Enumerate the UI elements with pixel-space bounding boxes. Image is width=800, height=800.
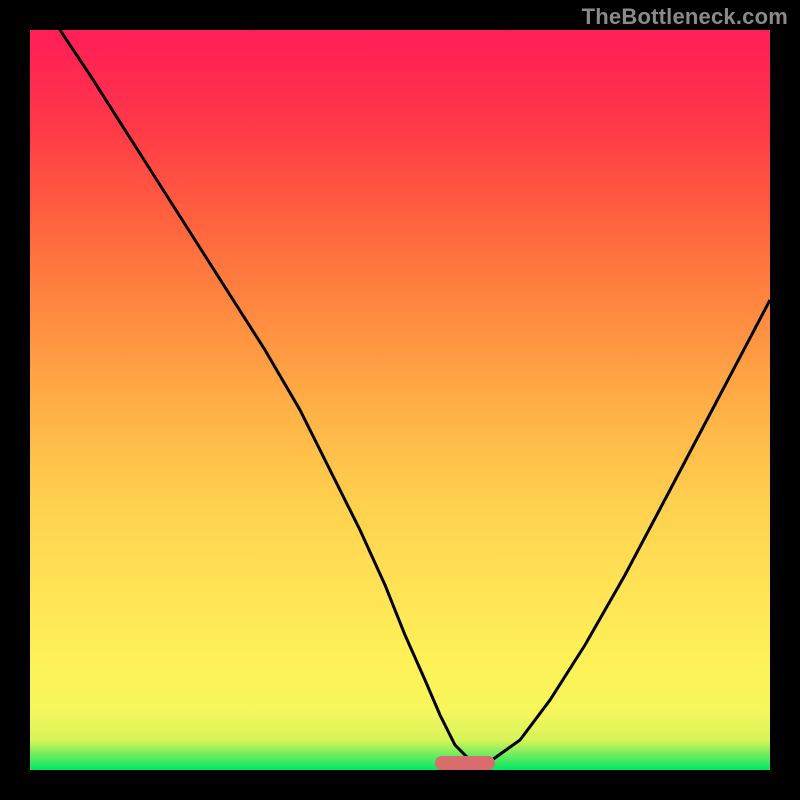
plot-area: [30, 30, 770, 770]
minimum-marker: [435, 756, 495, 770]
bottleneck-curve: [60, 30, 770, 760]
watermark-text: TheBottleneck.com: [582, 4, 788, 30]
chart-frame: TheBottleneck.com: [0, 0, 800, 800]
curve-svg: [30, 30, 770, 770]
